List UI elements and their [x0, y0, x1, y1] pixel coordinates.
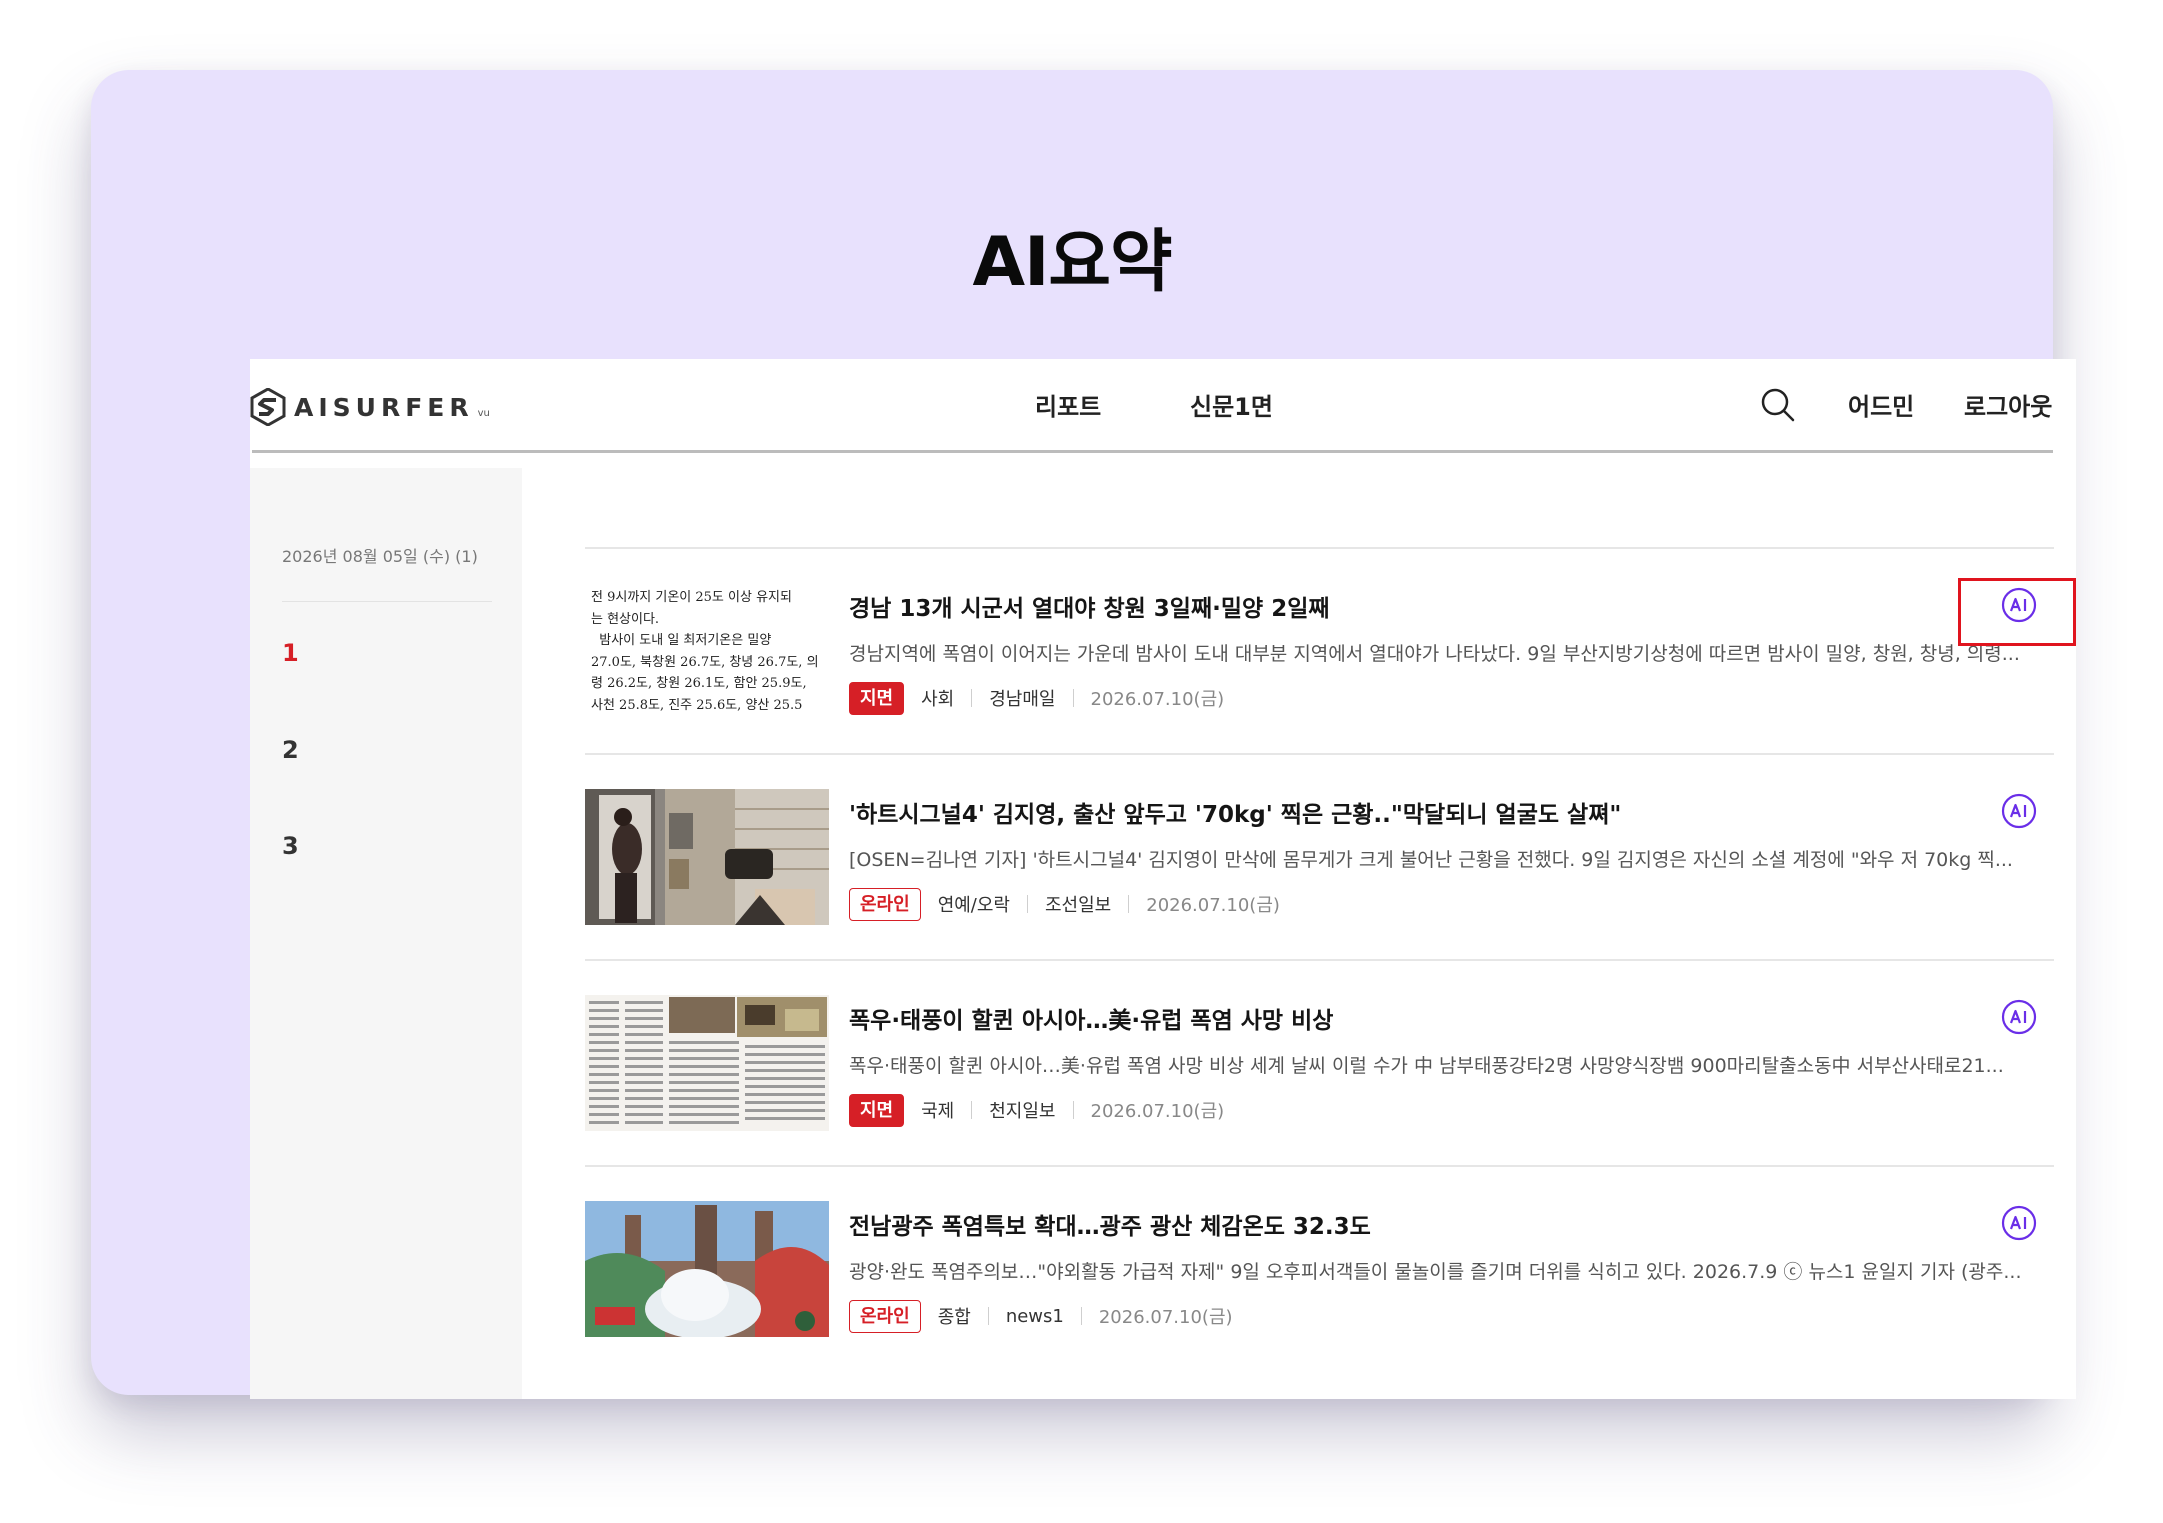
article-title[interactable]: 폭우·태풍이 할퀸 아시아…美·유럽 폭염 사망 비상 — [849, 1001, 1333, 1035]
meta-separator — [1072, 1101, 1074, 1119]
logo-subtext: vu — [477, 407, 490, 419]
thumb-text-line: 령 26.2도, 창원 26.1도, 함안 25.9도, — [591, 676, 807, 691]
nav-front-page[interactable]: 신문1면 — [1190, 387, 1273, 422]
article-category: 사회 — [921, 689, 955, 710]
logo-text: AISURFER — [294, 392, 474, 422]
meta-separator — [987, 1307, 989, 1325]
article-summary: 폭우·태풍이 할퀸 아시아…美·유럽 폭염 사망 비상 세계 날씨 이럴 수가 … — [849, 1055, 2004, 1077]
photo-thumbnail-image — [585, 789, 829, 925]
article-source: 천지일보 — [989, 1101, 1056, 1122]
article-meta: 온라인 종합 news1 2026.07.10(금) — [849, 1299, 1233, 1333]
meta-separator — [971, 1101, 973, 1119]
badge-online: 온라인 — [849, 1299, 921, 1333]
thumb-text-line: 27.0도, 북창원 26.7도, 창녕 26.7도, 의 — [591, 654, 819, 670]
article-item[interactable]: 폭우·태풍이 할퀸 아시아…美·유럽 폭염 사망 비상 폭우·태풍이 할퀸 아시… — [585, 959, 2054, 1165]
thumb-text-line: 전 9시까지 기온이 25도 이상 유지되 — [591, 590, 792, 605]
page-2[interactable]: 2 — [282, 736, 299, 764]
article-summary: 광양·완도 폭염주의보…"야외활동 가급적 자제" 9일 오후피서객들이 물놀이… — [849, 1261, 2022, 1283]
meta-separator — [1072, 689, 1074, 707]
page-3[interactable]: 3 — [282, 832, 299, 860]
article-summary: [OSEN=김나연 기자] '하트시그널4' 김지영이 만삭에 몸무게가 크게 … — [849, 849, 2013, 871]
meta-separator — [1080, 1307, 1082, 1325]
article-category: 종합 — [937, 1307, 971, 1328]
article-meta: 온라인 연예/오락 조선일보 2026.07.10(금) — [849, 887, 1280, 921]
badge-online: 온라인 — [849, 887, 921, 921]
newspaper-thumbnail-image — [585, 995, 829, 1131]
article-meta: 지면 사회 경남매일 2026.07.10(금) — [849, 681, 1224, 715]
article-item[interactable]: 전남광주 폭염특보 확대…광주 광산 체감온도 32.3도 광양·완도 폭염주의… — [585, 1165, 2054, 1371]
page-title: AI요약 — [972, 223, 1172, 302]
article-date: 2026.07.10(금) — [1090, 689, 1225, 710]
article-meta: 지면 국제 천지일보 2026.07.10(금) — [849, 1093, 1224, 1127]
date-sidebar: 2026년 08월 05일 (수) (1) 1 2 3 — [250, 468, 522, 1399]
logo-mark-icon — [250, 388, 286, 426]
logo[interactable]: AISURFER vu — [250, 387, 490, 427]
nav-report[interactable]: 리포트 — [1035, 387, 1101, 422]
article-date: 2026.07.10(금) — [1146, 895, 1280, 916]
header-divider — [252, 450, 2053, 453]
article-date: 2026.07.10(금) — [1090, 1101, 1225, 1122]
thumb-text-line: 는 현상이다. — [591, 611, 660, 627]
sidebar-date[interactable]: 2026년 08월 05일 (수) (1) — [282, 543, 478, 567]
article-date: 2026.07.10(금) — [1098, 1307, 1233, 1328]
page-1[interactable]: 1 — [282, 639, 299, 667]
article-title[interactable]: '하트시그널4' 김지영, 출산 앞두고 '70kg' 찍은 근황.."막달되니… — [849, 795, 1621, 829]
thumb-text-line: 밤사이 도내 일 최저기온은 밀양 — [591, 633, 772, 648]
article-source: news1 — [1005, 1305, 1064, 1327]
showcase-card: AI요약 AISURFER vu 리포트 신문1면 어드민 로그아웃 2026년… — [91, 70, 2076, 1399]
nav-admin[interactable]: 어드민 — [1848, 387, 1914, 422]
article-title[interactable]: 전남광주 폭염특보 확대…광주 광산 체감온도 32.3도 — [849, 1207, 1371, 1241]
meta-separator — [971, 689, 973, 707]
article-thumbnail[interactable]: 전 9시까지 기온이 25도 이상 유지되 는 현상이다. 밤사이 도내 일 최… — [585, 583, 829, 719]
article-item[interactable]: 전 9시까지 기온이 25도 이상 유지되 는 현상이다. 밤사이 도내 일 최… — [585, 547, 2054, 753]
ai-button-highlight — [1958, 578, 2076, 646]
meta-separator — [1027, 895, 1028, 913]
logout-button[interactable]: 로그아웃 — [1964, 387, 2052, 422]
sidebar-divider — [282, 601, 492, 602]
search-icon[interactable] — [1760, 387, 1796, 423]
article-source: 조선일보 — [1045, 895, 1112, 916]
article-category: 연예/오락 — [937, 895, 1010, 916]
article-thumbnail[interactable] — [585, 1201, 829, 1337]
ai-summary-icon[interactable] — [2001, 793, 2037, 829]
article-thumbnail[interactable] — [585, 995, 829, 1131]
app-window: AISURFER vu 리포트 신문1면 어드민 로그아웃 2026년 08월 … — [250, 359, 2076, 1399]
ai-summary-icon[interactable] — [2001, 999, 2037, 1035]
article-source: 경남매일 — [989, 689, 1056, 710]
badge-print: 지면 — [849, 1093, 905, 1127]
article-title[interactable]: 경남 13개 시군서 열대야 창원 3일째·밀양 2일째 — [849, 589, 1330, 623]
thumb-text-line: 사천 25.8도, 진주 25.6도, 양산 25.5 — [591, 697, 803, 713]
article-summary: 경남지역에 폭염이 이어지는 가운데 밤사이 도내 대부분 지역에서 열대야가 … — [849, 643, 2020, 665]
article-thumbnail[interactable] — [585, 789, 829, 925]
top-header: AISURFER vu 리포트 신문1면 어드민 로그아웃 — [250, 359, 2076, 453]
article-category: 국제 — [921, 1101, 955, 1122]
meta-separator — [1128, 895, 1130, 913]
badge-print: 지면 — [849, 681, 905, 715]
ai-summary-icon[interactable] — [2001, 1205, 2037, 1241]
waterpark-thumbnail-image — [585, 1201, 829, 1337]
article-item[interactable]: '하트시그널4' 김지영, 출산 앞두고 '70kg' 찍은 근황.."막달되니… — [585, 753, 2054, 959]
